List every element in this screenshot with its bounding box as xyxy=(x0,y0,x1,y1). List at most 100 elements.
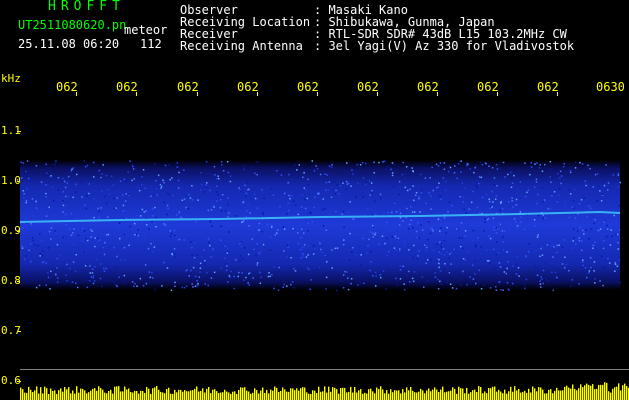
amplitude-bar xyxy=(468,393,470,400)
amplitude-bar xyxy=(420,388,422,400)
noise-dot xyxy=(375,275,377,277)
noise-dot xyxy=(271,274,273,276)
noise-dot xyxy=(169,230,171,232)
noise-dot xyxy=(83,230,86,232)
noise-dot xyxy=(287,209,290,212)
noise-dot xyxy=(188,275,190,277)
noise-dot xyxy=(115,266,117,268)
noise-dot xyxy=(551,177,554,179)
noise-dot xyxy=(30,225,32,227)
noise-dot xyxy=(418,250,420,252)
noise-dot xyxy=(227,203,229,206)
noise-dot xyxy=(331,267,333,269)
noise-dot xyxy=(573,188,576,191)
noise-dot xyxy=(160,185,163,188)
noise-dot xyxy=(437,278,439,281)
amplitude-bar xyxy=(452,387,454,400)
noise-dot xyxy=(109,272,111,274)
amplitude-bar xyxy=(434,387,436,400)
noise-dot xyxy=(103,253,106,256)
noise-dot xyxy=(579,226,581,229)
noise-dot xyxy=(410,219,412,222)
noise-dot xyxy=(605,164,607,166)
noise-dot xyxy=(334,192,336,195)
noise-dot xyxy=(536,202,538,205)
noise-dot xyxy=(411,167,413,169)
amplitude-bar xyxy=(302,387,304,400)
noise-dot xyxy=(460,171,462,173)
noise-dot xyxy=(393,163,395,166)
noise-dot xyxy=(234,215,237,217)
noise-dot xyxy=(220,210,223,212)
noise-dot xyxy=(372,232,374,235)
noise-dot xyxy=(107,233,110,236)
noise-dot xyxy=(559,177,561,179)
noise-dot xyxy=(277,273,280,275)
amplitude-bar xyxy=(542,389,544,400)
noise-dot xyxy=(489,237,492,240)
noise-dot xyxy=(253,248,255,251)
amplitude-bar xyxy=(366,393,368,400)
amplitude-bar xyxy=(170,393,172,400)
amplitude-bar xyxy=(496,391,498,400)
noise-dot xyxy=(319,242,321,245)
noise-dot xyxy=(142,284,145,287)
noise-dot xyxy=(71,281,74,283)
noise-dot xyxy=(294,270,297,272)
noise-dot xyxy=(67,196,69,198)
amplitude-bar xyxy=(516,390,518,400)
noise-dot xyxy=(93,197,95,200)
noise-dot xyxy=(561,263,564,265)
noise-dot xyxy=(40,181,43,183)
noise-dot xyxy=(488,235,490,237)
noise-dot xyxy=(448,201,451,204)
noise-dot xyxy=(368,180,371,182)
noise-dot xyxy=(353,217,356,220)
noise-dot xyxy=(322,198,324,200)
noise-dot xyxy=(351,169,353,171)
noise-dot xyxy=(45,192,47,195)
amplitude-bar xyxy=(558,390,560,400)
noise-dot xyxy=(196,286,199,288)
noise-dot xyxy=(49,288,51,290)
noise-dot xyxy=(583,230,585,232)
noise-dot xyxy=(542,200,545,203)
noise-dot xyxy=(305,256,308,258)
noise-dot xyxy=(492,201,494,203)
noise-dot xyxy=(511,282,514,285)
noise-dot xyxy=(341,213,343,215)
noise-dot xyxy=(288,173,290,176)
noise-dot xyxy=(454,165,456,167)
noise-dot xyxy=(353,233,355,236)
noise-dot xyxy=(403,241,406,243)
noise-dot xyxy=(32,239,35,242)
noise-dot xyxy=(470,201,473,204)
noise-dot xyxy=(405,166,408,168)
noise-dot xyxy=(115,207,117,209)
noise-dot xyxy=(442,248,445,250)
noise-dot xyxy=(467,274,469,276)
noise-dot xyxy=(151,208,154,210)
amplitude-bar xyxy=(510,386,512,400)
noise-dot xyxy=(300,228,303,230)
amplitude-bar xyxy=(356,392,358,400)
noise-dot xyxy=(94,237,97,239)
noise-dot xyxy=(189,197,192,199)
noise-dot xyxy=(545,262,547,265)
noise-dot xyxy=(537,214,540,217)
noise-dot xyxy=(573,207,575,210)
noise-dot xyxy=(378,161,380,164)
noise-dot xyxy=(306,197,308,200)
amplitude-bar xyxy=(418,391,420,400)
amplitude-bar xyxy=(422,390,424,400)
noise-dot xyxy=(154,206,156,209)
noise-dot xyxy=(542,282,544,285)
noise-dot xyxy=(468,208,471,210)
noise-dot xyxy=(318,193,320,195)
noise-dot xyxy=(261,189,263,191)
noise-dot xyxy=(475,165,477,167)
amplitude-bar xyxy=(402,389,404,400)
noise-dot xyxy=(593,261,596,263)
noise-dot xyxy=(29,243,32,245)
noise-dot xyxy=(90,236,92,238)
